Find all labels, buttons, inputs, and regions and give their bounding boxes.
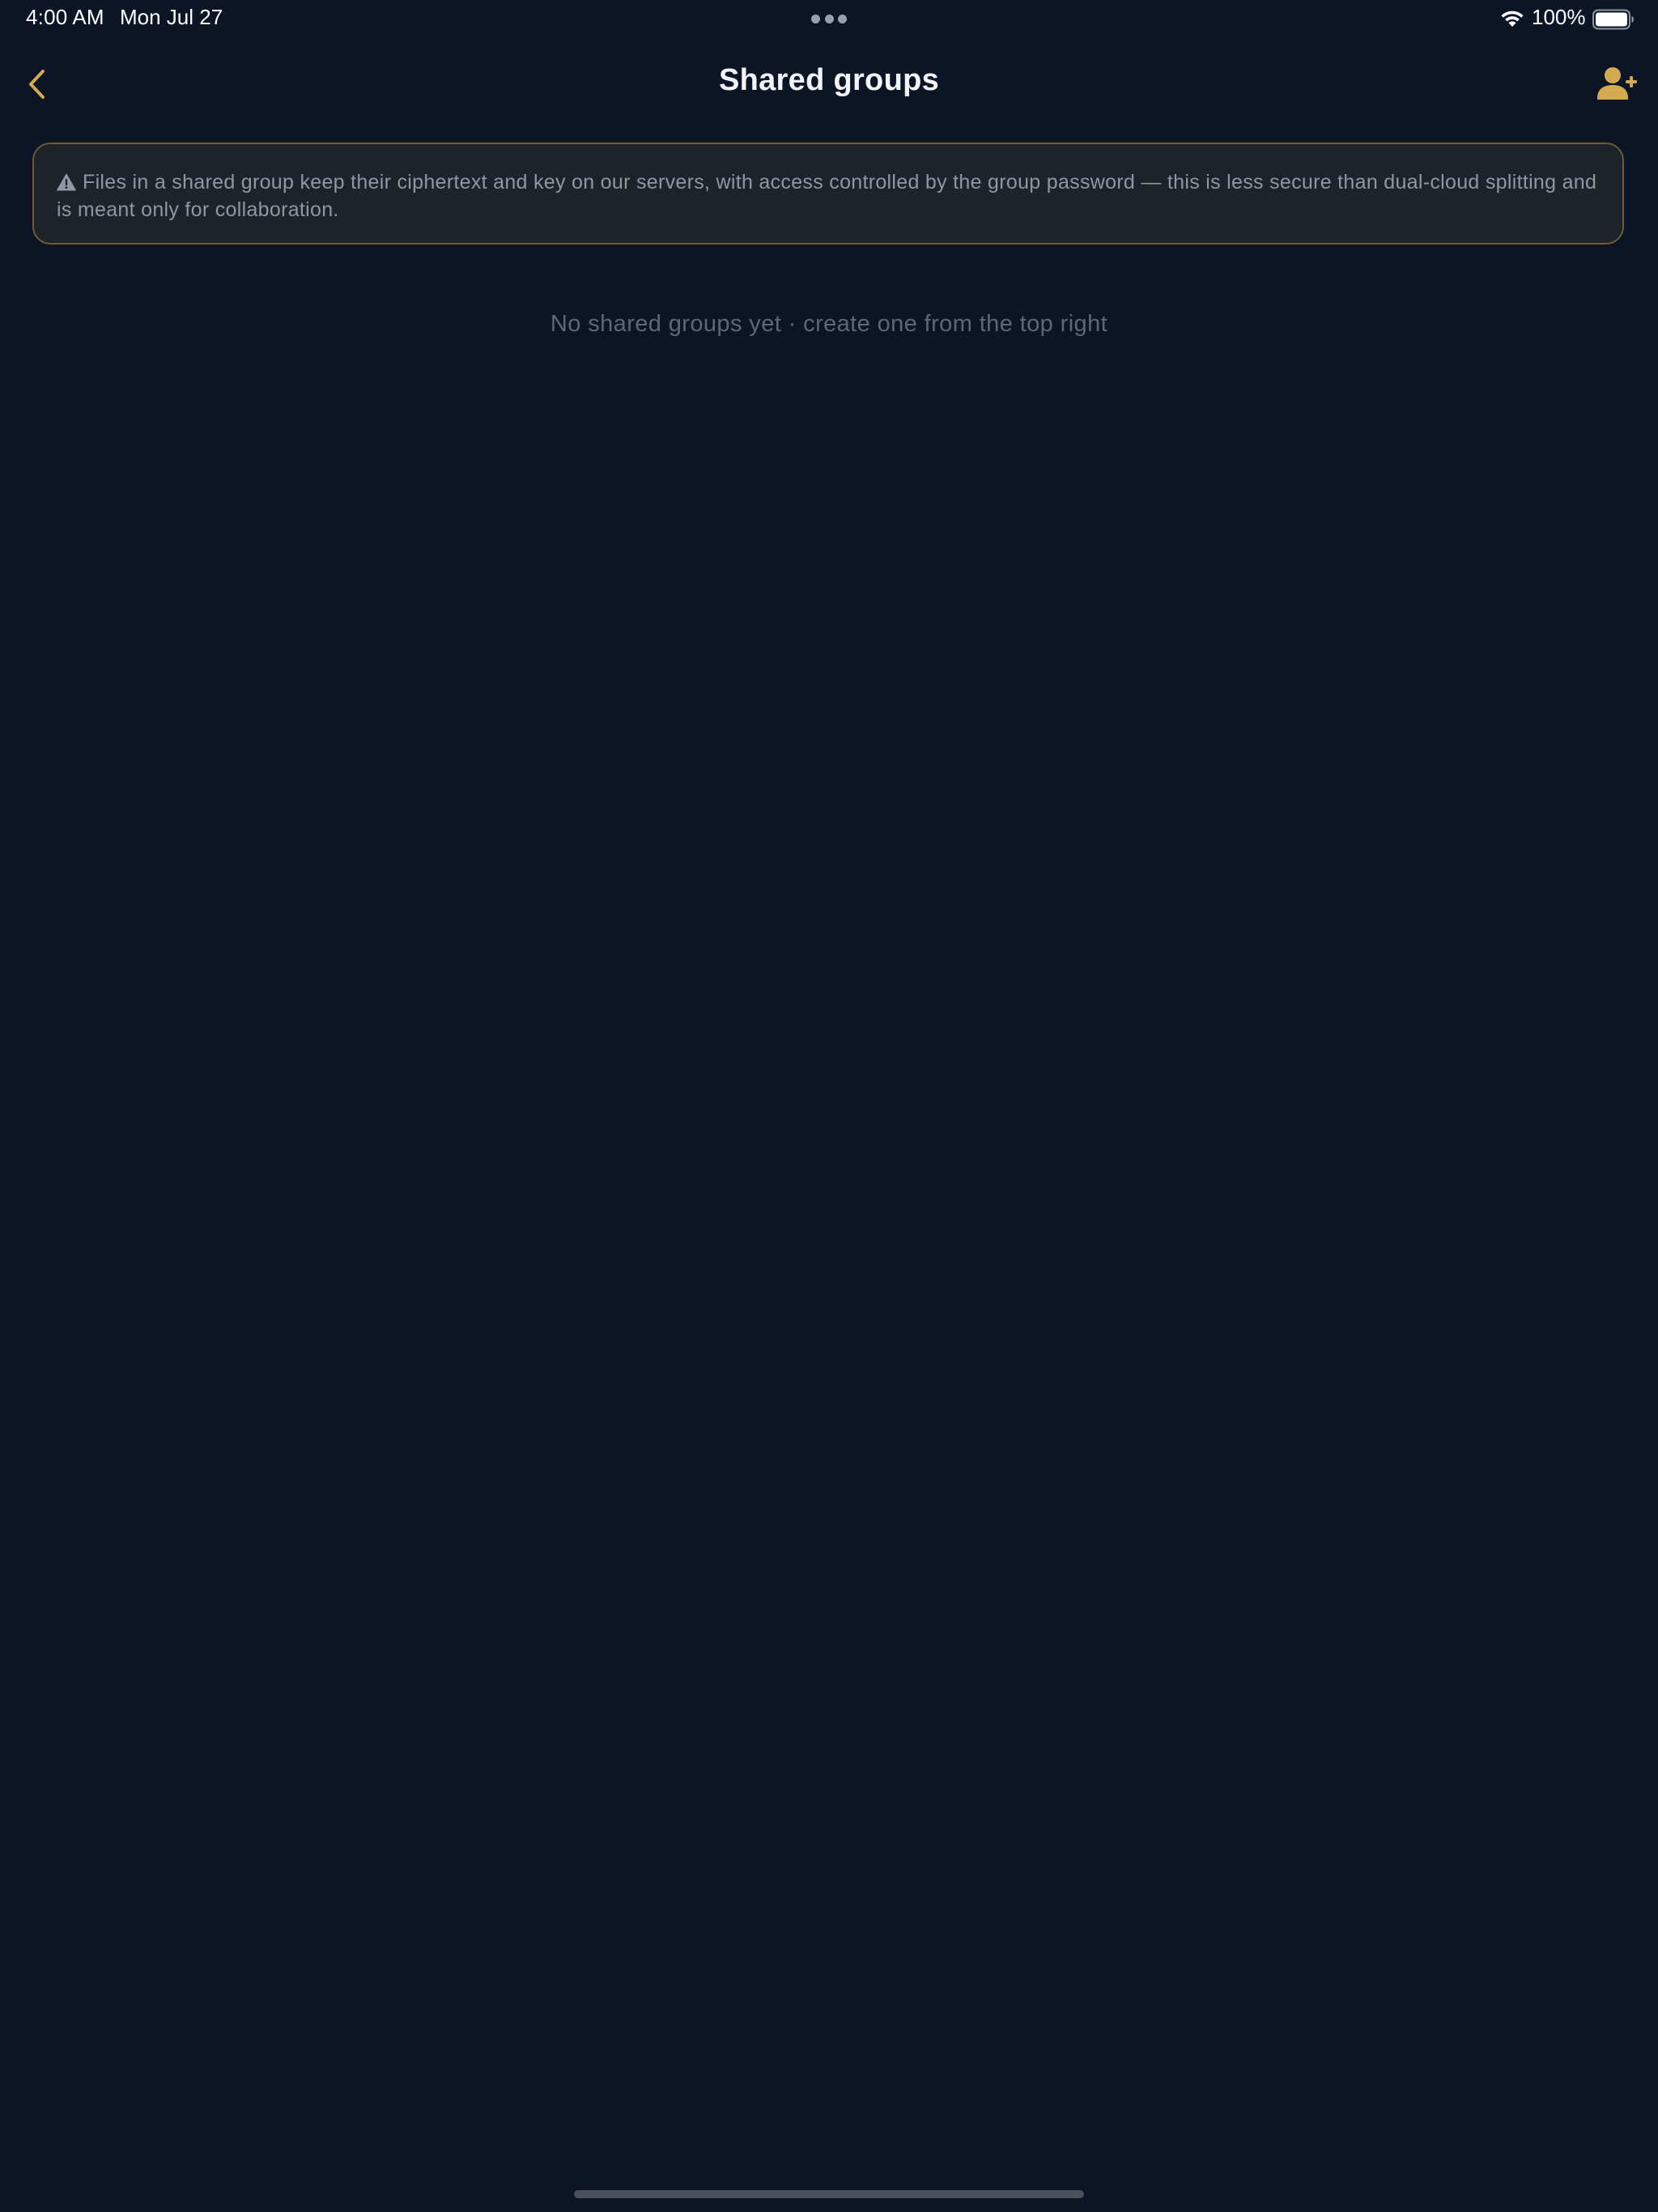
security-warning-banner: Files in a shared group keep their ciphe… [32,143,1624,245]
page-title: Shared groups [718,63,940,97]
home-indicator[interactable] [574,2190,1084,2198]
dot [838,15,847,23]
status-time: 4:00 AM [26,5,104,29]
status-bar: 4:00 AM Mon Jul 27 100% [0,0,1658,39]
dot [811,15,820,23]
dot [824,15,834,23]
warning-triangle-icon [57,173,76,191]
empty-state-message: No shared groups yet · create one from t… [550,311,1108,337]
multitasking-menu-icon[interactable] [811,15,847,24]
battery-percent: 100% [1532,5,1586,29]
battery-icon [1592,9,1634,30]
create-group-button[interactable] [1593,65,1642,105]
shared-groups-screen: 4:00 AM Mon Jul 27 100% Shared groups Fi… [0,0,1658,2212]
wifi-icon [1501,11,1524,27]
warning-text: Files in a shared group keep their ciphe… [57,171,1597,221]
add-person-icon [1597,67,1637,100]
status-date: Mon Jul 27 [120,5,223,29]
